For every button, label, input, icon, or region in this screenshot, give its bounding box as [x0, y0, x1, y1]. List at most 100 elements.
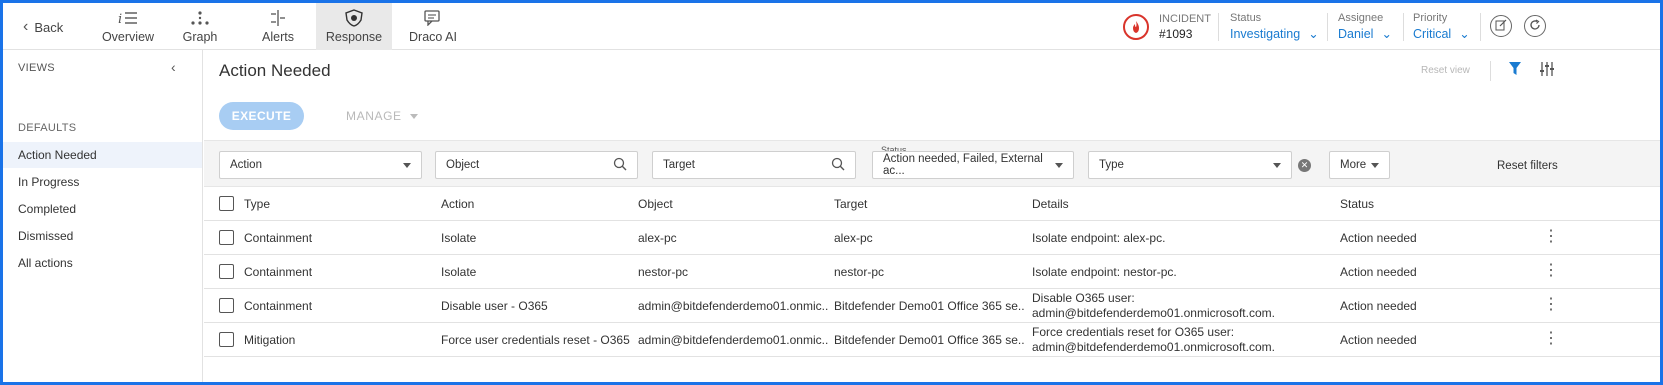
cell-target: alex-pc	[834, 230, 873, 245]
assignee-value: Daniel	[1338, 27, 1374, 41]
column-header-object[interactable]: Object	[638, 187, 818, 220]
sidebar-item-label: All actions	[18, 256, 73, 270]
action-filter-placeholder: Action	[230, 159, 262, 171]
cell-details: Force credentials reset for O365 user: a…	[1032, 324, 1275, 354]
type-filter[interactable]: Type	[1088, 151, 1292, 179]
column-header-type[interactable]: Type	[244, 187, 424, 220]
sidebar-section-title: DEFAULTS	[18, 122, 77, 134]
tab-overview[interactable]: i Overview	[98, 3, 158, 50]
divider	[1403, 13, 1404, 41]
table-row[interactable]: Mitigation Force user credentials reset …	[204, 323, 1660, 357]
reset-filters-button[interactable]: Reset filters	[1497, 160, 1558, 172]
table-row[interactable]: Containment Isolate nestor-pc nestor-pc …	[204, 255, 1660, 289]
column-header-action[interactable]: Action	[441, 187, 621, 220]
tab-label: Overview	[101, 30, 155, 44]
more-label: More	[1340, 159, 1367, 171]
cell-details: Disable O365 user: admin@bitdefenderdemo…	[1032, 290, 1275, 320]
chevron-down-icon: ⌄	[1381, 27, 1392, 41]
row-menu-icon[interactable]: ⋮	[1543, 297, 1559, 313]
cell-status: Action needed	[1340, 332, 1417, 347]
row-menu-icon[interactable]: ⋮	[1543, 263, 1559, 279]
cell-action: Force user credentials reset - O365	[441, 332, 630, 347]
tab-response[interactable]: Response	[316, 3, 392, 50]
row-menu-icon[interactable]: ⋮	[1543, 229, 1559, 245]
cell-object: alex-pc	[638, 230, 677, 245]
sidebar-item-label: In Progress	[18, 175, 80, 189]
sidebar-item-dismissed[interactable]: Dismissed	[3, 223, 202, 249]
divider	[1480, 13, 1481, 41]
chevron-down-icon: ⌄	[1308, 27, 1319, 41]
table-row[interactable]: Containment Isolate alex-pc alex-pc Isol…	[204, 221, 1660, 255]
column-header-status[interactable]: Status	[1340, 187, 1490, 220]
cell-details: Isolate endpoint: alex-pc.	[1032, 230, 1166, 245]
target-search-input[interactable]: Target	[652, 151, 856, 179]
status-value: Investigating	[1230, 27, 1301, 41]
assignee-label: Assignee	[1338, 12, 1384, 24]
table-row[interactable]: Containment Disable user - O365 admin@bi…	[204, 289, 1660, 323]
row-checkbox[interactable]	[219, 264, 234, 279]
row-checkbox[interactable]	[219, 230, 234, 245]
tab-alerts[interactable]: Alerts	[253, 3, 303, 50]
clear-filter-icon[interactable]: ✕	[1298, 159, 1311, 172]
incident-number: #1093	[1159, 27, 1193, 41]
manage-dropdown[interactable]: MANAGE	[346, 109, 418, 123]
divider	[1327, 13, 1328, 41]
row-checkbox[interactable]	[219, 298, 234, 313]
caret-down-icon	[403, 162, 411, 168]
row-checkbox[interactable]	[219, 332, 234, 347]
divider	[1218, 13, 1219, 41]
cell-object: admin@bitdefenderdemo01.onmic...	[638, 332, 828, 347]
column-settings-icon[interactable]	[1539, 61, 1555, 80]
type-filter-placeholder: Type	[1099, 159, 1124, 171]
tab-graph[interactable]: Graph	[175, 3, 225, 50]
tab-draco-ai[interactable]: Draco AI	[403, 3, 463, 50]
assignee-dropdown[interactable]: Assignee Daniel ⌄	[1338, 10, 1392, 42]
cell-object: admin@bitdefenderdemo01.onmic...	[638, 298, 828, 313]
sidebar-item-all-actions[interactable]: All actions	[3, 250, 202, 276]
table-header: Type Action Object Target Details Status	[204, 187, 1660, 221]
status-dropdown[interactable]: Status Investigating ⌄	[1230, 10, 1319, 42]
tab-label: Graph	[182, 30, 218, 44]
sidebar-item-label: Completed	[18, 202, 77, 216]
sidebar-item-completed[interactable]: Completed	[3, 196, 202, 222]
sidebar-item-action-needed[interactable]: Action Needed	[3, 142, 202, 168]
object-search-input[interactable]: Object	[435, 151, 638, 179]
cell-status: Action needed	[1340, 298, 1417, 313]
chat-icon	[422, 9, 444, 27]
refresh-button[interactable]	[1524, 15, 1546, 37]
incident-indicator: INCIDENT #1093	[1123, 9, 1211, 45]
target-filter-placeholder: Target	[663, 159, 695, 171]
back-button[interactable]: ‹ Back	[23, 18, 63, 36]
status-label: Status	[1230, 12, 1262, 24]
cell-type: Containment	[244, 264, 313, 279]
edit-button[interactable]	[1490, 15, 1512, 37]
reset-view-button[interactable]: Reset view	[1421, 65, 1470, 76]
status-filter[interactable]: Action needed, Failed, External ac...	[872, 151, 1074, 179]
priority-dropdown[interactable]: Priority Critical ⌄	[1413, 10, 1470, 42]
row-menu-icon[interactable]: ⋮	[1543, 331, 1559, 347]
divider	[1490, 61, 1491, 81]
search-icon	[613, 157, 627, 174]
collapse-sidebar-button[interactable]: ‹	[171, 59, 176, 75]
main-content: Action Needed Reset view EXECUTE MANAGE …	[204, 50, 1660, 382]
views-sidebar: VIEWS ‹ DEFAULTS Action Needed In Progre…	[3, 50, 203, 382]
cell-action: Isolate	[441, 264, 477, 279]
object-filter-placeholder: Object	[446, 159, 480, 171]
column-header-details[interactable]: Details	[1032, 187, 1312, 220]
more-filters-button[interactable]: More	[1329, 151, 1390, 179]
sidebar-item-label: Action Needed	[18, 148, 97, 162]
filter-icon[interactable]	[1508, 61, 1522, 80]
execute-button[interactable]: EXECUTE	[219, 102, 304, 130]
select-all-checkbox[interactable]	[219, 196, 234, 211]
refresh-icon	[1529, 18, 1541, 34]
fire-icon	[1123, 14, 1149, 40]
sidebar-title: VIEWS	[18, 62, 55, 74]
top-bar: ‹ Back i Overview Graph Alerts Response …	[3, 3, 1660, 50]
graph-icon	[189, 9, 211, 27]
search-icon	[831, 157, 845, 174]
action-filter[interactable]: Action	[219, 151, 422, 179]
sidebar-item-in-progress[interactable]: In Progress	[3, 169, 202, 195]
cell-object: nestor-pc	[638, 264, 689, 279]
priority-label: Priority	[1413, 12, 1448, 24]
column-header-target[interactable]: Target	[834, 187, 1014, 220]
